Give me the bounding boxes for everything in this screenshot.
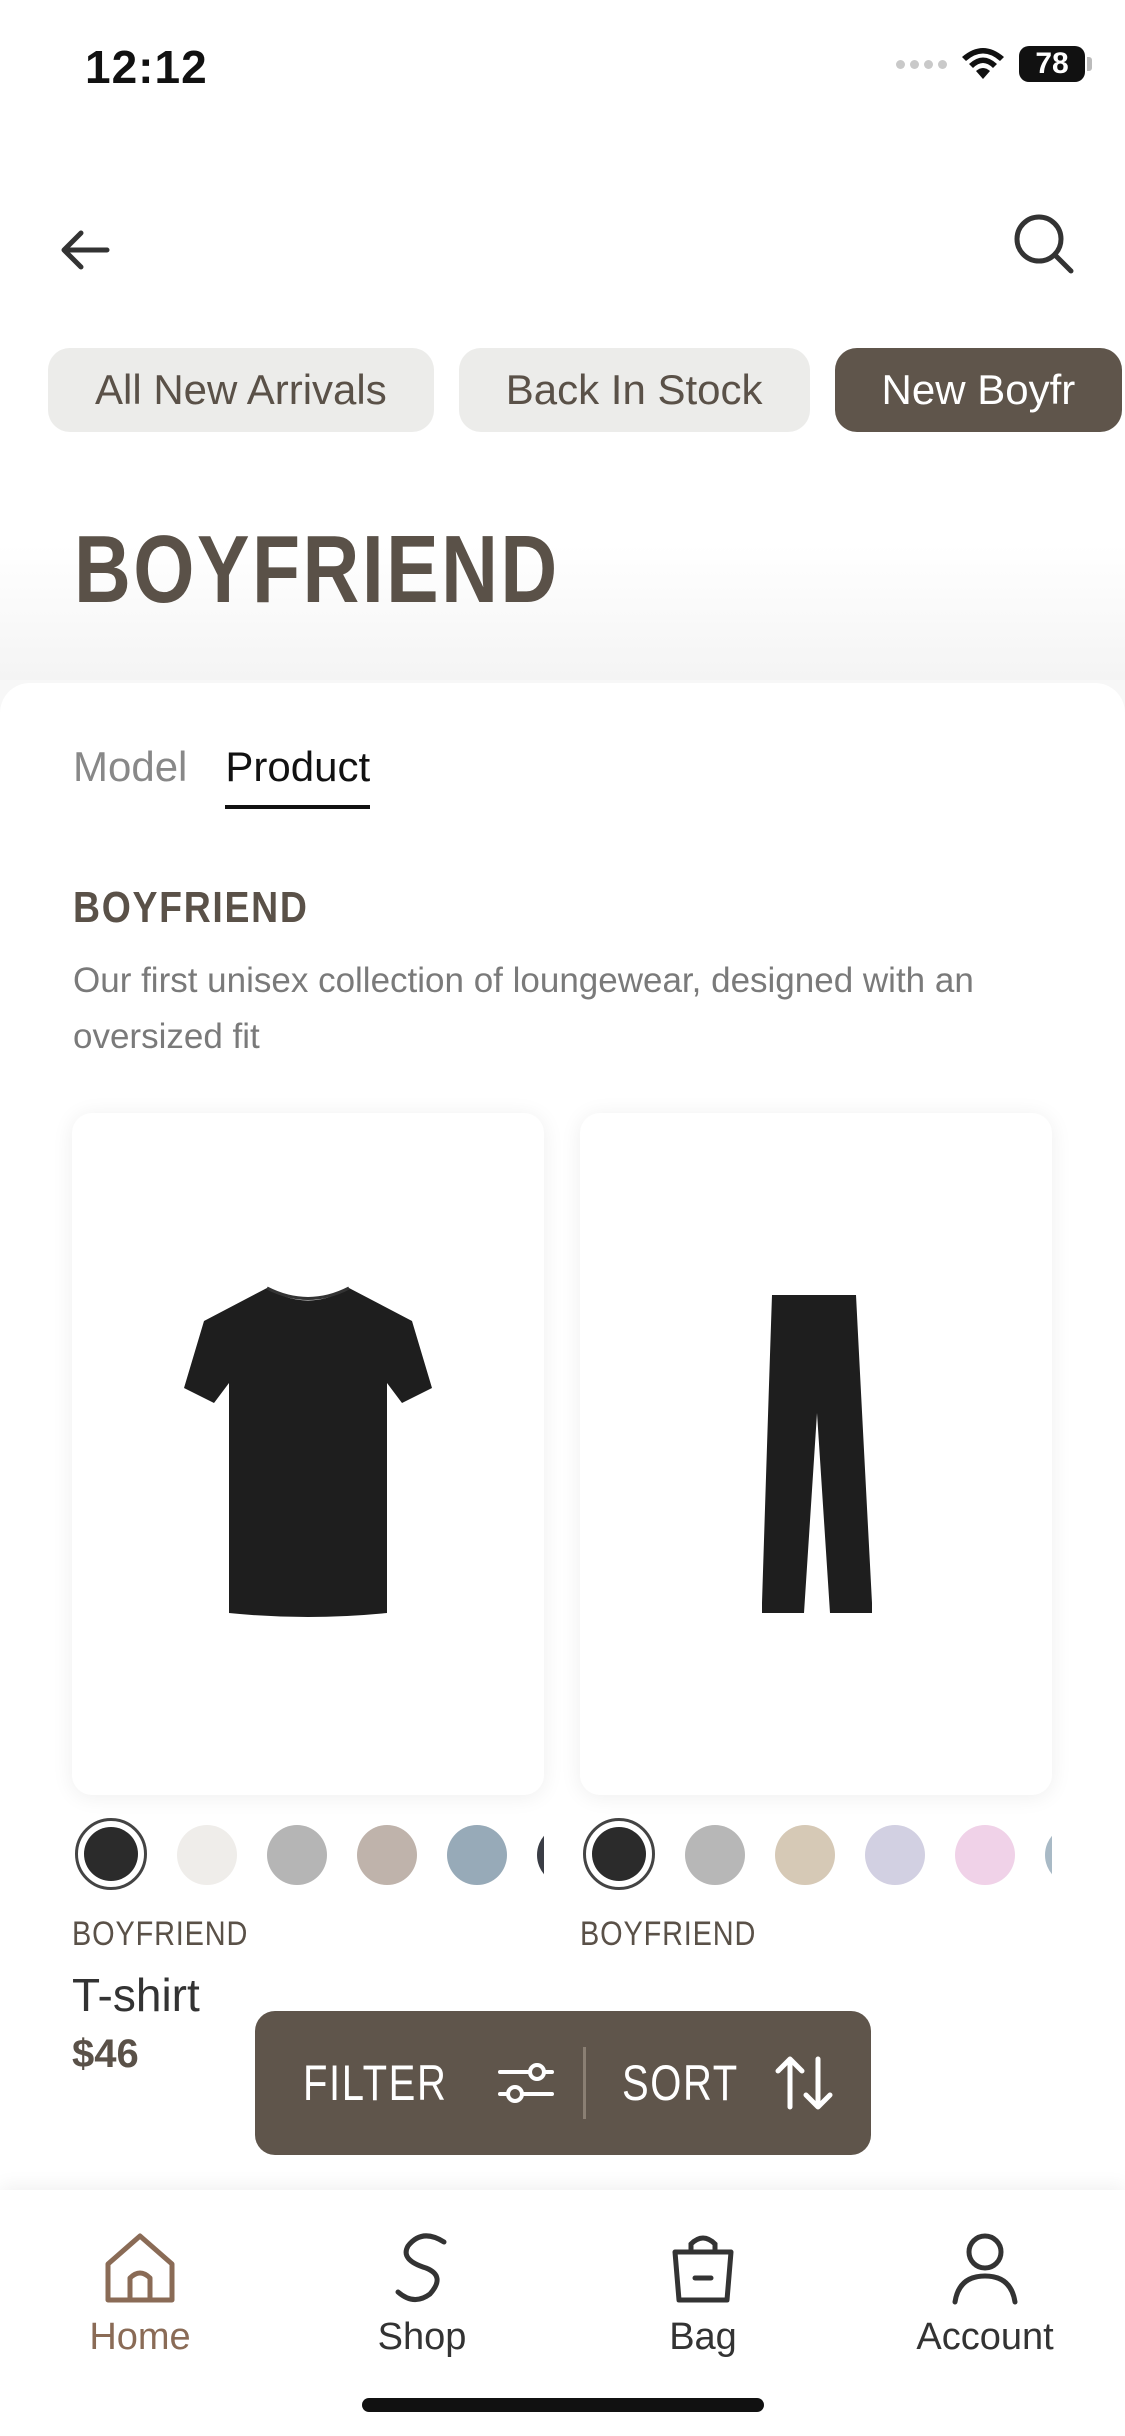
shop-icon (395, 2233, 447, 2302)
swatch[interactable] (685, 1825, 745, 1885)
wifi-icon (962, 48, 1004, 79)
status-icons: 78 (896, 46, 1092, 82)
battery-level: 78 (1035, 47, 1069, 80)
product-brand: BOYFRIEND (72, 1915, 249, 1953)
nav-bag[interactable]: Bag (583, 2230, 823, 2359)
tab-model[interactable]: Model (73, 743, 187, 809)
chip-all-new-arrivals[interactable]: All New Arrivals (48, 348, 434, 432)
tshirt-image (184, 1286, 432, 1617)
chip-new-boyfriend[interactable]: New Boyfr (834, 348, 1123, 432)
swatch-selected[interactable] (583, 1818, 655, 1890)
nav-home[interactable]: Home (20, 2230, 260, 2359)
page-title: BOYFRIEND (74, 516, 560, 623)
arrow-left-icon (61, 230, 110, 270)
filter-sort-bar: FILTER SORT (255, 2011, 871, 2155)
account-icon (952, 2233, 1018, 2305)
product-card[interactable]: BOYFRIEND T-shirt $46 (72, 1113, 544, 2077)
tab-product[interactable]: Product (225, 743, 371, 809)
product-brand: BOYFRIEND (580, 1915, 757, 1953)
filter-button[interactable]: FILTER (255, 2011, 583, 2155)
search-icon (1014, 214, 1074, 274)
swatch[interactable] (537, 1825, 544, 1885)
swatch[interactable] (177, 1825, 237, 1885)
swatch[interactable] (357, 1825, 417, 1885)
home-icon (105, 2233, 175, 2303)
sort-button[interactable]: SORT (586, 2011, 838, 2155)
sliders-icon (497, 2063, 554, 2103)
nav-home-label: Home (89, 2316, 191, 2358)
pants-image (762, 1295, 872, 1613)
search-button[interactable] (1005, 205, 1085, 285)
product-image-tshirt[interactable] (72, 1113, 544, 1795)
chip-back-in-stock[interactable]: Back In Stock (458, 348, 810, 432)
swatch[interactable] (865, 1825, 925, 1885)
color-swatches (72, 1805, 544, 1895)
nav-shop-label: Shop (377, 2316, 467, 2358)
status-bar: 12:12 78 (0, 0, 1125, 140)
nav-bag-label: Bag (669, 2316, 737, 2358)
filter-label: FILTER (303, 2055, 448, 2111)
sort-label: SORT (622, 2055, 739, 2111)
collection-description: Our first unisex collection of loungewea… (73, 961, 974, 1056)
collection-title: BOYFRIEND (73, 883, 309, 932)
nav-shop[interactable]: Shop (302, 2230, 542, 2359)
bag-icon (672, 2235, 734, 2303)
content-card: Model Product BOYFRIEND Our first unisex… (0, 683, 1125, 2203)
signal-icon (896, 59, 947, 69)
category-chips: All New Arrivals Back In Stock New Boyfr (48, 348, 1123, 432)
swatch[interactable] (447, 1825, 507, 1885)
back-button[interactable] (55, 220, 115, 280)
swatch-selected[interactable] (75, 1818, 147, 1890)
header: All New Arrivals Back In Stock New Boyfr… (0, 140, 1125, 680)
swatch[interactable] (267, 1825, 327, 1885)
swatch[interactable] (775, 1825, 835, 1885)
product-image-pants[interactable] (580, 1113, 1052, 1795)
color-swatches (580, 1805, 1052, 1895)
product-card[interactable]: BOYFRIEND (580, 1113, 1052, 1954)
nav-account-label: Account (916, 2316, 1054, 2358)
status-time: 12:12 (85, 41, 208, 93)
swatch[interactable] (955, 1825, 1015, 1885)
swatch[interactable] (1045, 1825, 1052, 1885)
nav-account[interactable]: Account (865, 2230, 1105, 2359)
home-indicator (362, 2398, 764, 2412)
battery-icon: 78 (1019, 46, 1092, 82)
sort-arrows-icon (775, 2056, 833, 2110)
view-tabs: Model Product (73, 743, 371, 809)
